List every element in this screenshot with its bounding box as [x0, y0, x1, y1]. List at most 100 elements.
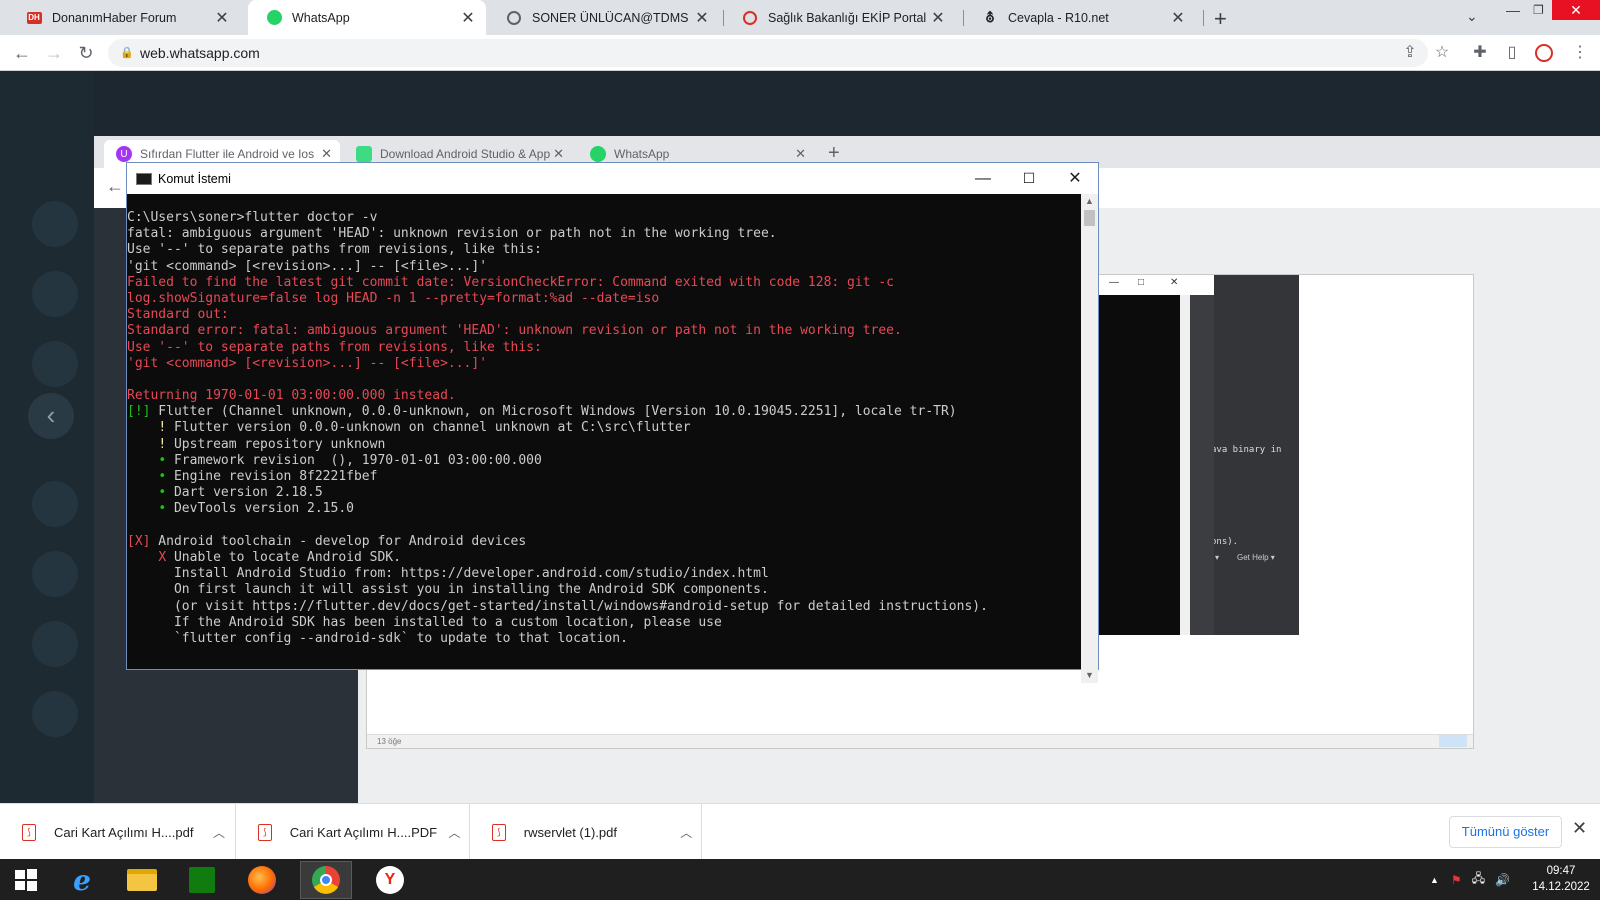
r10-icon: ⛢ — [985, 9, 995, 25]
cmd-output-line: Standard out: — [127, 307, 229, 323]
close-tab-icon[interactable]: ✕ — [460, 8, 476, 28]
maximize-icon: □ — [1138, 277, 1145, 288]
volume-icon[interactable]: 🔊 — [1495, 873, 1510, 887]
show-hidden-icons-icon[interactable]: ▲ — [1430, 875, 1439, 885]
download-item[interactable]: ⟆ Cari Kart Açılımı H....pdf ︿ — [0, 804, 236, 860]
previous-media-button[interactable]: ‹ — [28, 393, 74, 439]
background-window-right: ava binary in ons). ▾ Get Help ▾ — [1209, 275, 1299, 635]
maximize-icon: ☐ — [1022, 170, 1036, 186]
pdf-icon: ⟆ — [492, 823, 506, 841]
forward-icon[interactable]: → — [42, 41, 66, 65]
close-icon: ✕ — [1170, 277, 1179, 288]
yandex-browser-icon[interactable]: Y — [364, 861, 416, 899]
windows-logo-icon — [15, 869, 37, 891]
side-panel-icon[interactable]: ▯ — [1500, 41, 1524, 65]
chevron-up-icon[interactable]: ︿ — [204, 824, 234, 841]
system-tray: ▲ ⚑ 🖧 🔊 — [1430, 859, 1518, 900]
close-tab-icon[interactable]: ✕ — [694, 8, 710, 28]
firefox-icon[interactable] — [236, 861, 288, 899]
share-icon[interactable]: ⇪ — [1398, 41, 1422, 65]
extensions-icon[interactable]: ✚ — [1468, 41, 1492, 65]
network-icon[interactable]: 🖧 — [1472, 869, 1485, 890]
close-tab-icon[interactable]: ✕ — [1170, 8, 1186, 28]
cmd-title: Komut İstemi — [158, 171, 231, 186]
chevron-up-icon[interactable]: ︿ — [671, 824, 701, 841]
cmd-output-line: ! Flutter version 0.0.0-unknown on chann… — [158, 420, 691, 436]
tab-donanimhaber[interactable]: DH DonanımHaber Forum ✕ — [8, 0, 240, 35]
cmd-output-line: X Unable to locate Android SDK. — [158, 549, 401, 565]
lock-icon[interactable]: 🔒 — [120, 39, 134, 67]
whatsapp-media-viewer: ‹ U Sıfırdan Flutter ile Android ve Ios … — [0, 71, 1600, 803]
cmd-output-line: Standard error: fatal: ambiguous argumen… — [127, 323, 902, 339]
cmd-output-line: Returning 1970-01-01 03:00:00.000 instea… — [127, 388, 456, 404]
close-tab-icon[interactable]: ✕ — [214, 8, 230, 28]
cmd-icon — [136, 172, 152, 185]
store-icon[interactable] — [176, 861, 228, 899]
cmd-output-line: 'git <command> [<revision>...] -- [<file… — [127, 355, 488, 371]
scroll-thumb — [1084, 210, 1095, 226]
url-field[interactable]: 🔒 web.whatsapp.com — [108, 39, 1428, 67]
cmd-output-line: Failed to find the latest git commit dat… — [127, 274, 895, 290]
bg-window-menu: Get Help ▾ — [1237, 553, 1275, 562]
clock[interactable]: 09:47 14.12.2022 — [1526, 863, 1596, 895]
pdf-icon: ⟆ — [22, 823, 36, 841]
minimize-icon: — — [975, 170, 991, 187]
whatsapp-icon — [266, 10, 282, 26]
background-cmd-window: — □ ✕ — [1094, 275, 1214, 635]
minimize-icon: — — [1109, 277, 1119, 288]
start-button[interactable] — [0, 861, 52, 899]
tab-r10[interactable]: ⛢ Cevapla - R10.net ✕ — [964, 0, 1196, 35]
cmd-title-bar: Komut İstemi — ☐ ✕ — [127, 163, 1098, 194]
cmd-scrollbar: ▲ ▼ — [1081, 194, 1098, 683]
tab-tdms[interactable]: SONER ÜNLÜCAN@TDMS ✕ — [488, 0, 720, 35]
close-downloads-icon[interactable]: ✕ — [1572, 818, 1587, 839]
flag-icon[interactable]: ⚑ — [1451, 873, 1462, 887]
url-text: web.whatsapp.com — [140, 45, 260, 61]
chevron-up-icon[interactable]: ︿ — [440, 824, 469, 841]
reload-icon[interactable]: ↻ — [74, 41, 98, 65]
close-window-button[interactable]: ✕ — [1552, 0, 1600, 20]
cmd-output-line: • Engine revision 8f2221fbef — [158, 469, 378, 484]
downloads-bar: ⟆ Cari Kart Açılımı H....pdf ︿ ⟆ Cari Ka… — [0, 803, 1600, 860]
tab-search-chevron-icon[interactable]: ⌄ — [1466, 8, 1478, 25]
back-icon[interactable]: ← — [10, 41, 34, 65]
chrome-icon[interactable] — [300, 861, 352, 899]
menu-icon[interactable]: ⋮ — [1568, 41, 1592, 65]
internet-explorer-icon[interactable]: e — [56, 861, 108, 899]
clock-date: 14.12.2022 — [1532, 881, 1590, 893]
file-explorer-icon[interactable] — [116, 861, 168, 899]
bookmark-star-icon[interactable]: ☆ — [1430, 41, 1454, 65]
show-all-downloads-button[interactable]: Tümünü göster — [1449, 816, 1562, 848]
cmd-output-line: • DevTools version 2.15.0 — [158, 501, 354, 517]
cmd-output-line: If the Android SDK has been installed to… — [127, 614, 722, 630]
explorer-status-text: 13 öğe — [367, 734, 1473, 748]
new-tab-button[interactable]: + — [1214, 6, 1227, 32]
cmd-output-line: C:\Users\soner>flutter doctor -v — [127, 210, 378, 225]
udemy-icon: U — [116, 146, 132, 162]
scroll-up-icon: ▲ — [1085, 196, 1094, 206]
tab-whatsapp[interactable]: WhatsApp ✕ — [248, 0, 486, 35]
cmd-output-line: `flutter config --android-sdk` to update… — [127, 630, 628, 646]
cmd-output-line: log.showSignature=false log HEAD -n 1 --… — [127, 290, 660, 306]
back-icon: ← — [106, 176, 124, 196]
cmd-output-line: Use '--' to separate paths from revision… — [127, 339, 542, 355]
whatsapp-icon — [590, 146, 606, 162]
restore-button[interactable]: ❐ — [1533, 3, 1544, 17]
download-item[interactable]: ⟆ rwservlet (1).pdf ︿ — [470, 804, 702, 860]
bg-window-text: ons). — [1211, 537, 1239, 547]
view-toggle-icon — [1439, 735, 1467, 747]
minimize-button[interactable]: — — [1506, 2, 1520, 18]
cmd-output-line: ! Upstream repository unknown — [158, 436, 386, 452]
command-prompt-window: Komut İstemi — ☐ ✕ C:\Users\soner>flutte… — [126, 162, 1099, 683]
close-tab-icon: ✕ — [795, 146, 806, 161]
profile-avatar[interactable] — [1532, 41, 1556, 65]
download-item[interactable]: ⟆ Cari Kart Açılımı H....PDF ︿ — [236, 804, 470, 860]
cmd-output-line: [!] Flutter (Channel unknown, 0.0.0-unkn… — [127, 404, 957, 420]
cmd-output-line: [X] Android toolchain - develop for Andr… — [127, 533, 527, 549]
tab-ekip-portal[interactable]: Sağlık Bakanlığı EKİP Portal ✕ — [724, 0, 956, 35]
address-bar: ← → ↻ 🔒 web.whatsapp.com ⇪ ☆ ✚ ▯ ⋮ — [0, 35, 1600, 71]
cmd-output: C:\Users\soner>flutter doctor -v fatal: a… — [127, 194, 1099, 683]
dh-icon: DH — [26, 11, 42, 24]
cmd-output-line: • Framework revision (), 1970-01-01 03:0… — [158, 452, 542, 468]
close-tab-icon[interactable]: ✕ — [930, 8, 946, 28]
